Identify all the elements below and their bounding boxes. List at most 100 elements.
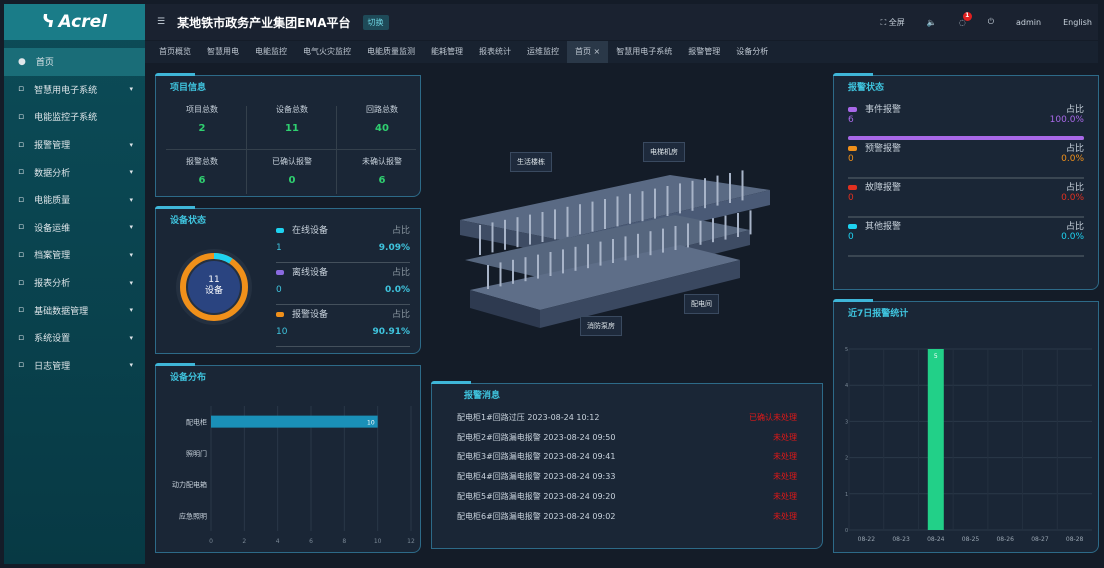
sidebar-item-label: 日志管理 — [34, 361, 71, 372]
alarm-message-status: 未处理 — [773, 491, 797, 501]
alarm-message-status: 未处理 — [773, 432, 797, 442]
panel-title: 报警状态 — [848, 83, 885, 93]
sidebar-item-label: 电能质量 — [34, 196, 71, 207]
alarm-message-row[interactable]: 配电柜6#回路漏电报警 2023-08-24 09:02 未处理 — [457, 511, 797, 531]
alarm-unit: 占比 — [1065, 183, 1084, 193]
alarm-percent: 100.0% — [1049, 115, 1084, 125]
tab-label: 智慧用电 — [207, 47, 239, 56]
chevron-down-icon: ▾ — [129, 333, 133, 342]
alarm-status-panel: 报警状态 事件报警 占比 6 100.0% 预警报警 占比 0 0.0% 故障报警 占比 0 0.0%… — [833, 73, 1099, 290]
legend-swatch — [848, 107, 857, 112]
tab[interactable]: 设备分析 — [728, 41, 776, 63]
sidebar-item[interactable]: ▫ 报警管理 ▾ — [4, 131, 145, 159]
sidebar-item-label: 设备运维 — [34, 223, 71, 234]
tab-label: 能耗管理 — [431, 47, 463, 56]
tab[interactable]: 首页 × — [567, 41, 609, 63]
alarm-message-status: 未处理 — [773, 472, 797, 482]
alarm-percent: 0.0% — [1061, 154, 1084, 164]
tab[interactable]: 首页概览 — [151, 41, 199, 63]
stat-label: 设备总数 — [276, 105, 308, 114]
panel-title: 报警消息 — [464, 391, 501, 401]
device-status-item: 报警设备 占比 10 90.91% — [276, 307, 410, 347]
alarm-type-label: 预警报警 — [865, 144, 902, 154]
alarm-status-item: 其他报警 占比 0 0.0% — [848, 219, 1084, 257]
tab[interactable]: 报警管理 — [680, 41, 728, 63]
weekly-alarm-panel: 近7日报警统计 0 1 2 3 4 5 08-22 08-23 08-24 5 08-25 08-26… — [833, 299, 1099, 553]
database-icon: ▫ — [18, 305, 25, 316]
chevron-down-icon: ▾ — [129, 85, 133, 94]
tab[interactable]: 报表统计 — [471, 41, 519, 63]
chevron-down-icon: ▾ — [129, 278, 133, 287]
legend-count: 1 — [276, 243, 282, 253]
sidebar-item[interactable]: ▫ 设备运维 ▾ — [4, 214, 145, 242]
tab[interactable]: 电气火灾监控 — [295, 41, 359, 63]
sidebar-item[interactable]: ▫ 档案管理 ▾ — [4, 241, 145, 269]
legend-percent: 90.91% — [372, 327, 411, 337]
tab[interactable]: 电能监控 — [247, 41, 295, 63]
sidebar-item[interactable]: ● 首页 — [4, 48, 145, 76]
logo-icon: ᓭ — [42, 12, 55, 32]
callout-label: 配电间 — [691, 300, 712, 308]
chevron-down-icon: ▾ — [129, 361, 133, 370]
model-callout[interactable]: 电梯机房 — [643, 142, 685, 162]
volume-icon[interactable]: 🔈 — [927, 18, 937, 27]
legend-percent: 0.0% — [385, 285, 410, 295]
stat-value: 2 — [198, 123, 206, 134]
model-callout[interactable]: 生活楼栋 — [510, 152, 552, 172]
y-tick-label: 0 — [845, 528, 848, 534]
model-callout[interactable]: 配电间 — [684, 294, 719, 314]
tab[interactable]: 智慧用电子系统 — [608, 41, 680, 63]
maintenance-icon: ▫ — [18, 222, 25, 233]
sidebar-item[interactable]: ▫ 日志管理 ▾ — [4, 352, 145, 380]
x-tick-label: 2 — [242, 538, 246, 545]
switch-button[interactable]: 切换 — [362, 14, 389, 30]
alarm-message-row[interactable]: 配电柜4#回路漏电报警 2023-08-24 09:33 未处理 — [457, 471, 797, 491]
panel-title: 设备状态 — [170, 216, 207, 226]
y-tick-label: 5 — [845, 347, 848, 353]
stat-item: 设备总数 11 — [248, 104, 336, 134]
sidebar-item[interactable]: ▫ 电能质量 ▾ — [4, 186, 145, 214]
model-callout[interactable]: 消防泵房 — [580, 316, 622, 336]
sidebar-item-label: 报表分析 — [34, 279, 71, 290]
alarm-message-text: 配电柜3#回路漏电报警 2023-08-24 09:41 — [457, 452, 616, 462]
alarm-message-row[interactable]: 配电柜2#回路漏电报警 2023-08-24 09:50 未处理 — [457, 432, 797, 452]
sidebar-item[interactable]: ▫ 系统设置 ▾ — [4, 324, 145, 352]
distribution-bar — [211, 415, 378, 428]
alarm-status-item: 故障报警 占比 0 0.0% — [848, 180, 1084, 218]
alarm-type-label: 事件报警 — [865, 105, 902, 115]
notification-icon[interactable]: ◌ 1 — [959, 11, 972, 27]
panel-title: 项目信息 — [170, 83, 207, 93]
user-menu[interactable]: admin — [1016, 18, 1041, 27]
legend-swatch — [848, 224, 857, 229]
tab[interactable]: 运维监控 — [519, 41, 567, 63]
tab[interactable]: 能耗管理 — [423, 41, 471, 63]
sidebar-item[interactable]: ▫ 智慧用电子系统 ▾ — [4, 76, 145, 104]
sidebar-item[interactable]: ▫ 电能监控子系统 — [4, 103, 145, 131]
home-icon: ● — [18, 56, 26, 67]
sidebar-item[interactable]: ▫ 数据分析 ▾ — [4, 158, 145, 186]
tab[interactable]: 电能质量监测 — [359, 41, 423, 63]
callout-label: 消防泵房 — [587, 322, 615, 330]
y-category-label: 配电柜 — [186, 418, 207, 427]
menu-toggle-icon[interactable]: ☰ — [157, 17, 165, 27]
x-tick-label: 0 — [209, 538, 213, 545]
tab[interactable]: 智慧用电 — [199, 41, 247, 63]
device-distribution-panel: 设备分布 0 2 4 6 8 10 12 配电柜 照明门 动力配电箱 应急照明 10 — [155, 363, 421, 553]
building-3d-model[interactable] — [440, 120, 820, 350]
alarm-message-row[interactable]: 配电柜3#回路漏电报警 2023-08-24 09:41 未处理 — [457, 451, 797, 471]
fullscreen-button[interactable]: ⛶ 全屏 — [881, 17, 905, 28]
alarm-message-row[interactable]: 配电柜1#回路过压 2023-08-24 10:12 已确认未处理 — [457, 412, 797, 432]
sidebar-item[interactable]: ▫ 基础数据管理 ▾ — [4, 296, 145, 324]
alarm-message-text: 配电柜6#回路漏电报警 2023-08-24 09:02 — [457, 511, 616, 521]
sidebar-item[interactable]: ▫ 报表分析 ▾ — [4, 269, 145, 297]
stat-label: 项目总数 — [186, 105, 218, 114]
chevron-down-icon: ▾ — [129, 168, 133, 177]
language-switch[interactable]: English — [1063, 18, 1092, 27]
alarm-message-row[interactable]: 配电柜5#回路漏电报警 2023-08-24 09:20 未处理 — [457, 491, 797, 511]
power-icon[interactable]: ⏻ — [988, 17, 994, 27]
alarm-type-label: 故障报警 — [865, 183, 902, 193]
legend-label: 报警设备 — [292, 310, 329, 320]
tab-label: 设备分析 — [736, 47, 769, 56]
tab-label: 报表统计 — [479, 47, 511, 56]
alarm-count: 0 — [848, 154, 854, 164]
